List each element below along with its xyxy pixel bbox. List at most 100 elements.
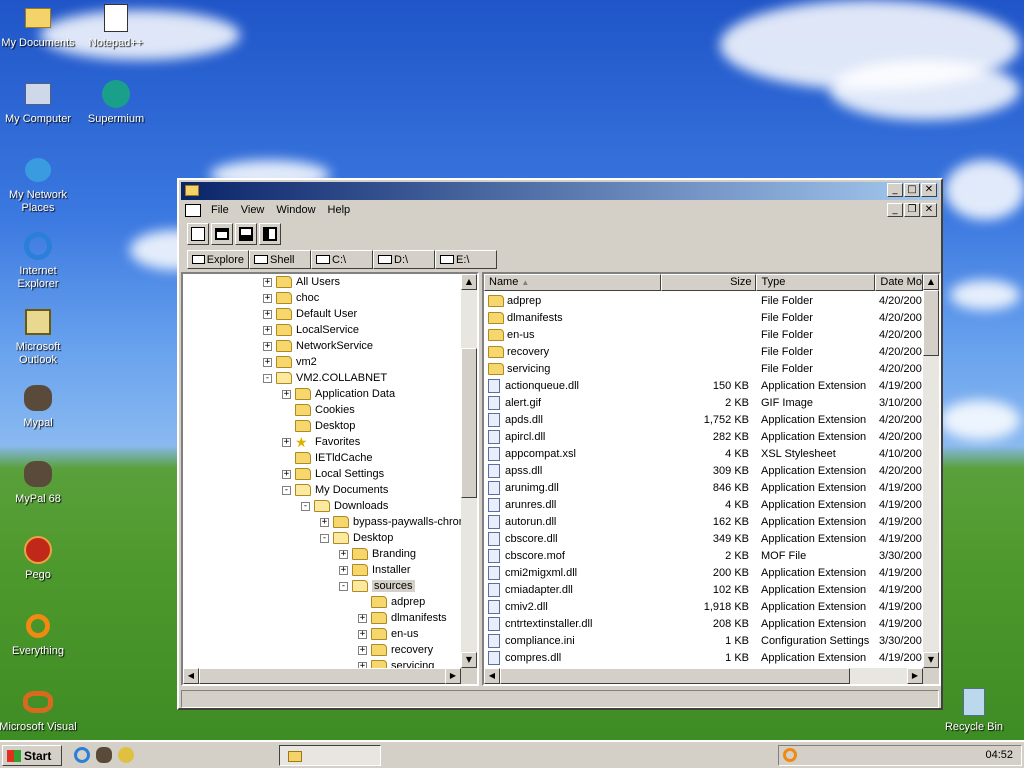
file-row[interactable]: dlmanifests File Folder 4/20/200 — [484, 309, 927, 326]
scroll-thumb[interactable] — [923, 290, 939, 356]
tree-item[interactable]: + en-us — [358, 626, 419, 642]
tree-item[interactable]: + Default User — [263, 306, 357, 322]
scroll-thumb[interactable] — [199, 668, 449, 684]
desktop-icon-recycle-bin[interactable]: Recycle Bin — [934, 686, 1014, 734]
file-row[interactable]: compliance.ini 1 KB Configuration Settings… — [484, 632, 927, 649]
file-row[interactable]: arunimg.dll 846 KB Application Extension 4/… — [484, 479, 927, 496]
expand-toggle[interactable]: - — [282, 485, 291, 495]
file-row[interactable]: servicing File Folder 4/20/200 — [484, 360, 927, 377]
tree-item[interactable]: + Local Settings — [282, 466, 384, 482]
expand-toggle[interactable]: + — [263, 325, 272, 335]
tree-item[interactable]: + NetworkService — [263, 338, 373, 354]
tree-item[interactable]: + recovery — [358, 642, 433, 658]
scroll-up-arrow[interactable]: ▲ — [923, 274, 939, 290]
scroll-thumb[interactable] — [500, 668, 850, 684]
column-size[interactable]: Size — [661, 274, 757, 291]
file-row[interactable]: apircl.dll 282 KB Application Extension 4/2… — [484, 428, 927, 445]
file-row[interactable]: cmiadapter.dll 102 KB Application Extensio… — [484, 581, 927, 598]
desktop-icon-visual-studio[interactable]: Microsoft Visual — [0, 686, 78, 734]
file-row[interactable]: actionqueue.dll 150 KB Application Extensi… — [484, 377, 927, 394]
expand-toggle[interactable]: + — [282, 389, 291, 399]
tree-item[interactable]: + All Users — [263, 274, 340, 290]
tree-horizontal-scrollbar[interactable]: ◀ ▶ — [183, 668, 461, 684]
expand-toggle[interactable]: + — [339, 549, 348, 559]
tree-item[interactable]: - Downloads — [301, 498, 388, 514]
expand-toggle[interactable]: - — [301, 501, 310, 511]
settings-quicklaunch-icon[interactable] — [118, 747, 134, 763]
tree-item[interactable]: + Application Data — [282, 386, 395, 402]
tree-item[interactable]: + Installer — [339, 562, 411, 578]
tree-item[interactable]: + ★ Favorites — [282, 434, 360, 450]
scroll-right-arrow[interactable]: ▶ — [445, 668, 461, 684]
menu-view[interactable]: View — [235, 204, 271, 216]
desktop-icon-supermium[interactable]: Supermium — [76, 78, 156, 126]
file-row[interactable]: autorun.dll 162 KB Application Extension 4/… — [484, 513, 927, 530]
tile-vertical-button[interactable] — [259, 223, 281, 245]
child-minimize-button[interactable]: _ — [887, 203, 903, 217]
expand-toggle[interactable]: + — [263, 293, 272, 303]
expand-toggle[interactable]: + — [263, 277, 272, 287]
file-list[interactable]: Name ▲ Size Type Date Mo adprep File Fold… — [482, 272, 941, 686]
child-restore-button[interactable]: ❐ — [904, 203, 920, 217]
tree-item[interactable]: Cookies — [282, 402, 355, 418]
ie-quicklaunch-icon[interactable] — [74, 747, 90, 763]
expand-toggle[interactable]: - — [339, 581, 348, 591]
expand-toggle[interactable]: + — [282, 437, 291, 447]
minimize-button[interactable]: _ — [887, 183, 903, 197]
shell-button[interactable]: Shell — [249, 250, 311, 269]
expand-toggle[interactable]: + — [358, 645, 367, 655]
cascade-button[interactable] — [211, 223, 233, 245]
menu-window[interactable]: Window — [270, 204, 321, 216]
everything-tray-icon[interactable] — [783, 748, 797, 762]
expand-toggle[interactable]: - — [263, 373, 272, 383]
taskbar-window-button[interactable] — [279, 745, 381, 766]
expand-toggle[interactable]: + — [282, 469, 291, 479]
tree-item[interactable]: - My Documents — [282, 482, 388, 498]
file-row[interactable]: cmi2migxml.dll 200 KB Application Extensio… — [484, 564, 927, 581]
expand-toggle[interactable]: + — [358, 629, 367, 639]
file-row[interactable]: appcompat.xsl 4 KB XSL Stylesheet 4/10/200 — [484, 445, 927, 462]
file-manager-window[interactable]: _ □ ✕ File View Window Help _ ❐ ✕ Explor… — [177, 178, 943, 710]
start-button[interactable]: Start — [2, 745, 62, 766]
drive-d-button[interactable]: D:\ — [373, 250, 435, 269]
desktop-icon-internet-explorer[interactable]: Internet Explorer — [0, 230, 78, 291]
tile-horizontal-button[interactable] — [235, 223, 257, 245]
list-horizontal-scrollbar[interactable]: ◀ ▶ — [484, 668, 923, 684]
desktop-icon-outlook[interactable]: Microsoft Outlook — [0, 306, 78, 367]
column-type[interactable]: Type — [756, 274, 876, 291]
raccoon-quicklaunch-icon[interactable] — [96, 747, 112, 763]
file-row[interactable]: cbscore.dll 349 KB Application Extension 4/… — [484, 530, 927, 547]
expand-toggle[interactable]: + — [263, 357, 272, 367]
close-button[interactable]: ✕ — [921, 183, 937, 197]
file-row[interactable]: compres.dll 1 KB Application Extension 4/19… — [484, 649, 927, 666]
expand-toggle[interactable]: + — [263, 309, 272, 319]
desktop-icon-pego[interactable]: Pego — [0, 534, 78, 582]
title-bar[interactable]: _ □ ✕ — [181, 182, 939, 200]
file-row[interactable]: cntrtextinstaller.dll 208 KB Application E… — [484, 615, 927, 632]
desktop-icon-notepadpp[interactable]: Notepad++ — [76, 2, 156, 50]
tree-item[interactable]: + choc — [263, 290, 319, 306]
new-window-button[interactable] — [187, 223, 209, 245]
tree-item-selected[interactable]: - sources — [339, 578, 415, 594]
scroll-left-arrow[interactable]: ◀ — [484, 668, 500, 684]
desktop-icon-my-documents[interactable]: My Documents — [0, 2, 78, 50]
file-row[interactable]: adprep File Folder 4/20/200 — [484, 292, 927, 309]
scroll-thumb[interactable] — [461, 348, 477, 498]
tree-item[interactable]: + LocalService — [263, 322, 359, 338]
expand-toggle[interactable]: + — [358, 613, 367, 623]
expand-toggle[interactable]: + — [339, 565, 348, 575]
file-row[interactable]: cmiv2.dll 1,918 KB Application Extension 4/… — [484, 598, 927, 615]
column-date[interactable]: Date Mo — [875, 274, 923, 291]
expand-toggle[interactable]: + — [320, 517, 329, 527]
tree-item[interactable]: + dlmanifests — [358, 610, 447, 626]
tree-item[interactable]: IETldCache — [282, 450, 372, 466]
tree-item[interactable]: - Desktop — [320, 530, 393, 546]
expand-toggle[interactable]: + — [263, 341, 272, 351]
folder-tree[interactable]: + All Users + choc + Default User + LocalSer… — [181, 272, 479, 686]
file-row[interactable]: cbscore.mof 2 KB MOF File 3/30/200 — [484, 547, 927, 564]
tree-item[interactable]: Desktop — [282, 418, 355, 434]
file-row[interactable]: apss.dll 309 KB Application Extension 4/20/… — [484, 462, 927, 479]
tree-vertical-scrollbar[interactable]: ▲ ▼ — [461, 274, 477, 668]
scroll-right-arrow[interactable]: ▶ — [907, 668, 923, 684]
column-name[interactable]: Name ▲ — [484, 274, 662, 291]
